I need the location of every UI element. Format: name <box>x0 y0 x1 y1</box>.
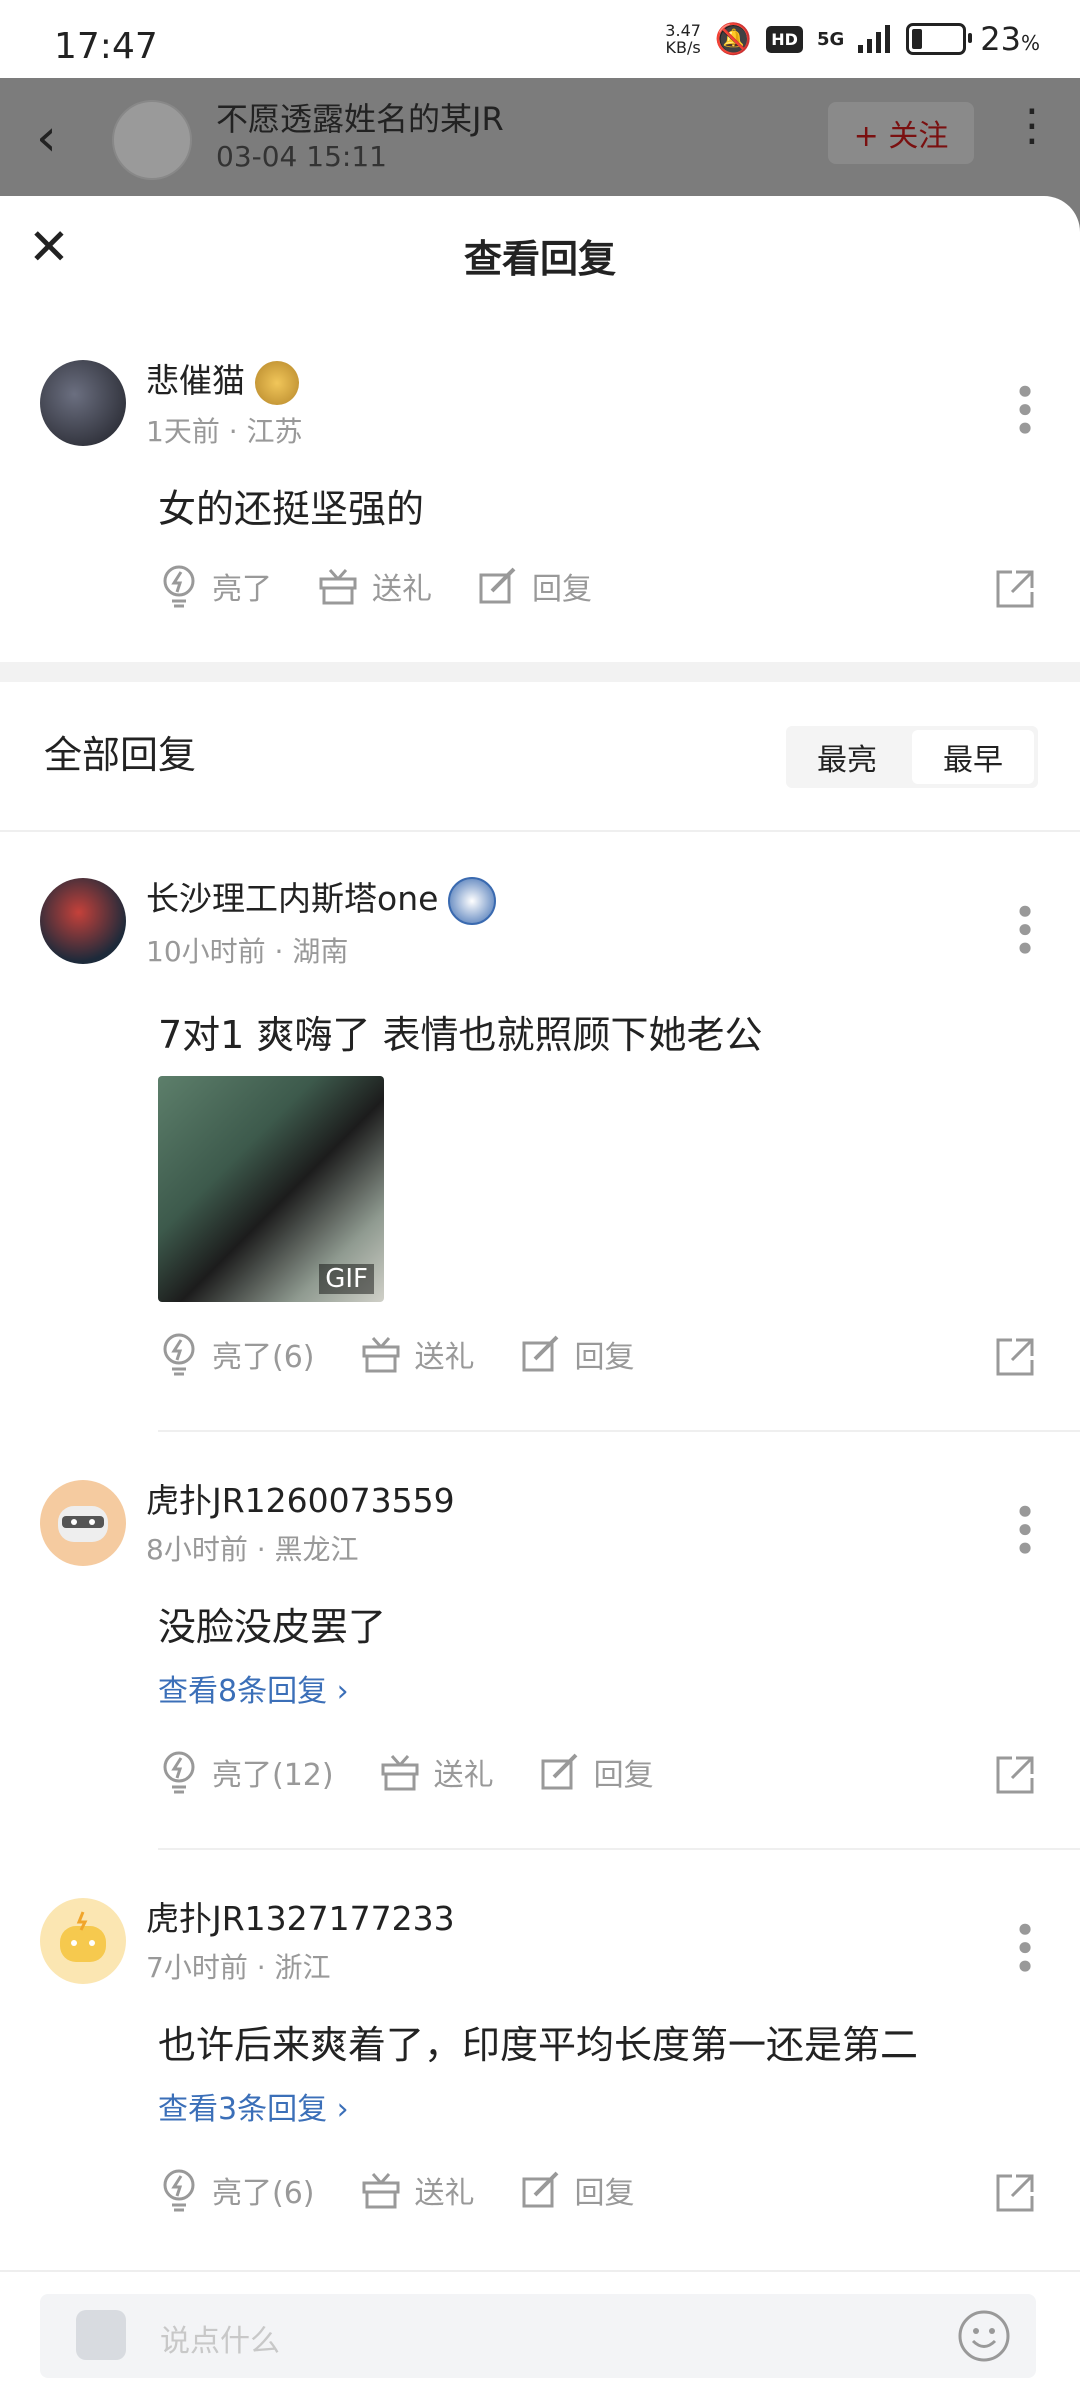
avatar[interactable] <box>40 878 126 964</box>
reply-button[interactable]: 回复 <box>521 2168 635 2212</box>
status-bar: 17:47 3.47 KB/s 🔕 HD 5G 23% <box>0 0 1080 78</box>
section-divider <box>0 662 1080 682</box>
mute-bell-icon: 🔕 <box>714 21 753 57</box>
network-speed-value: 3.47 <box>665 21 701 40</box>
lightbulb-icon <box>163 1333 195 1376</box>
comment-more-icon[interactable]: ••• <box>1002 1918 1046 1973</box>
network-speed-unit: KB/s <box>665 38 701 57</box>
comment-actions: 亮了(6) 送礼 回复 <box>160 1324 1040 1384</box>
post-header-dimmed: ‹ 不愿透露姓名的某JR 03-04 15:11 + 关注 ⋮ <box>0 78 1080 198</box>
gift-button[interactable]: 送礼 <box>361 1332 475 1376</box>
gift-button[interactable]: 送礼 <box>380 1750 494 1794</box>
sort-option-earliest[interactable]: 最早 <box>912 730 1034 784</box>
username[interactable]: 虎扑JR1260073559 <box>146 1474 455 1522</box>
comment-meta: 8小时前 · 黑龙江 <box>146 1533 359 1566</box>
edit-icon <box>541 1753 578 1790</box>
like-button[interactable]: 亮了(6) <box>160 2168 315 2212</box>
emoji-icon[interactable] <box>956 2308 1012 2364</box>
all-replies-title: 全部回复 <box>44 733 197 777</box>
view-more-replies-link[interactable]: 查看8条回复 › <box>158 1666 349 1710</box>
like-button[interactable]: 亮了 <box>160 564 272 608</box>
comment-meta: 10小时前 · 湖南 <box>146 935 349 968</box>
comment-text: 也许后来爽着了，印度平均长度第一还是第二 <box>158 2023 919 2067</box>
user-badge-icon <box>255 360 299 405</box>
reply-button[interactable]: 回复 <box>540 1750 654 1794</box>
row-divider <box>158 1848 1080 1850</box>
author-avatar[interactable] <box>112 100 192 180</box>
comment-more-icon[interactable]: ••• <box>1002 1500 1046 1555</box>
gift-icon <box>362 2173 399 2209</box>
replies-sheet: ✕ 查看回复 悲催猫 1天前 · 江苏 ••• 女的还挺坚强的 亮了 送礼 回复 <box>0 196 1080 2400</box>
user-badge-icon <box>448 876 497 925</box>
comment-input-placeholder: 说点什么 <box>160 2324 280 2359</box>
edit-icon <box>522 2171 558 2208</box>
username[interactable]: 悲催猫 <box>146 354 299 405</box>
view-more-replies-link[interactable]: 查看3条回复 › <box>158 2084 349 2128</box>
default-avatar-icon <box>60 1911 106 1962</box>
comment-text: 女的还挺坚强的 <box>158 487 425 531</box>
share-icon[interactable] <box>994 2172 1036 2214</box>
sort-option-brightest[interactable]: 最亮 <box>786 726 908 788</box>
like-button[interactable]: 亮了(6) <box>160 1332 315 1376</box>
back-icon[interactable]: ‹ <box>36 108 57 168</box>
username[interactable]: 长沙理工内斯塔one <box>146 872 497 925</box>
lightbulb-icon <box>163 565 195 608</box>
header-divider <box>0 830 1080 832</box>
network-speed: 3.47 KB/s <box>665 22 701 56</box>
gift-icon <box>319 569 357 605</box>
comment-text: 没脸没皮罢了 <box>158 1605 387 1649</box>
gift-icon <box>362 1337 399 1373</box>
gif-label: GIF <box>319 1264 374 1294</box>
avatar[interactable] <box>40 1898 126 1984</box>
comment-more-icon[interactable]: ••• <box>1002 900 1046 955</box>
post-date: 03-04 15:11 <box>216 140 387 173</box>
gif-thumbnail[interactable]: GIF <box>158 1076 384 1302</box>
sort-toggle: 最亮 最早 <box>786 726 1038 788</box>
comment-input-bar: 说点什么 <box>0 2270 1080 2402</box>
comment-actions: 亮了(6) 送礼 回复 <box>160 2160 1040 2220</box>
edit-icon <box>479 567 516 604</box>
edit-icon <box>522 1335 558 1372</box>
reply-button[interactable]: 回复 <box>521 1332 635 1376</box>
battery-icon <box>906 23 973 55</box>
comment-actions: 亮了 送礼 回复 <box>160 556 1040 616</box>
row-divider <box>158 1430 1080 1432</box>
status-icons: 3.47 KB/s 🔕 HD 5G 23% <box>665 20 1040 58</box>
share-icon[interactable] <box>994 568 1036 610</box>
reply-button[interactable]: 回复 <box>478 564 592 608</box>
signal-icon <box>858 25 891 53</box>
comment-meta: 1天前 · 江苏 <box>146 415 303 448</box>
follow-button[interactable]: + 关注 <box>828 102 974 164</box>
avatar[interactable] <box>40 1480 126 1566</box>
user-avatar <box>76 2310 126 2360</box>
sheet-title: 查看回复 <box>463 237 616 281</box>
author-name[interactable]: 不愿透露姓名的某JR <box>216 94 504 140</box>
lightbulb-icon <box>163 1751 195 1794</box>
comment-meta: 7小时前 · 浙江 <box>146 1951 331 1984</box>
more-options-icon[interactable]: ⋮ <box>1010 100 1054 151</box>
default-avatar-icon <box>58 1506 108 1542</box>
status-time: 17:47 <box>54 26 158 67</box>
gift-icon <box>381 1755 419 1791</box>
username[interactable]: 虎扑JR1327177233 <box>146 1892 455 1940</box>
gift-button[interactable]: 送礼 <box>361 2168 475 2212</box>
network-type: 5G <box>816 28 845 50</box>
hd-badge: HD <box>766 25 803 53</box>
comment-more-icon[interactable]: ••• <box>1002 380 1046 435</box>
gift-button[interactable]: 送礼 <box>318 564 432 608</box>
share-icon[interactable] <box>994 1336 1036 1378</box>
comment-actions: 亮了(12) 送礼 回复 <box>160 1742 1040 1802</box>
like-button[interactable]: 亮了(12) <box>160 1750 334 1794</box>
share-icon[interactable] <box>994 1754 1036 1796</box>
avatar[interactable] <box>40 360 126 446</box>
battery-percent: 23% <box>980 20 1040 58</box>
comment-text: 7对1 爽嗨了 表情也就照顾下她老公 <box>158 1013 763 1057</box>
lightbulb-icon <box>163 2169 195 2212</box>
comment-input[interactable]: 说点什么 <box>40 2294 1036 2378</box>
